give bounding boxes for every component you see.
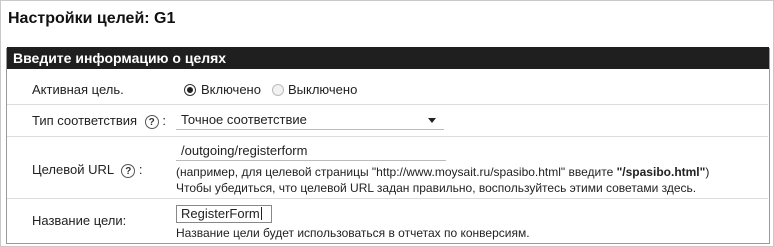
text-cursor — [260, 207, 262, 220]
goal-url-input[interactable]: /outgoing/registerform — [176, 143, 446, 161]
match-type-value: Точное соответствие — [181, 112, 307, 127]
goal-url-help-text: Чтобы убедиться, что целевой URL задан п… — [176, 181, 697, 195]
goal-url-example: (например, для целевой страницы "http://… — [176, 165, 709, 179]
goal-url-example-bold: "/spasibo.html" — [616, 165, 706, 179]
row-divider — [7, 104, 768, 105]
goal-url-colon: : — [138, 162, 143, 177]
goal-url-example-suffix: ) — [705, 165, 710, 179]
row-divider — [7, 136, 768, 137]
page-title: Настройки целей: G1 — [8, 10, 176, 27]
active-off-label[interactable]: Выключено — [288, 82, 357, 97]
active-off-radio[interactable] — [272, 84, 284, 96]
active-goal-label: Активная цель. — [32, 82, 124, 97]
chevron-down-icon — [428, 118, 436, 123]
match-type-colon: : — [162, 113, 166, 128]
active-on-radio[interactable] — [184, 84, 196, 96]
goal-url-example-prefix: (например, для целевой страницы "http://… — [176, 165, 617, 179]
goal-name-value: RegisterForm — [181, 206, 260, 221]
match-type-label-group: Тип соответствия ? : — [32, 113, 166, 129]
goal-url-label-group: Целевой URL ? : — [32, 162, 143, 178]
active-on-label[interactable]: Включено — [201, 82, 261, 97]
help-icon[interactable]: ? — [144, 114, 159, 129]
goal-name-input[interactable]: RegisterForm — [176, 205, 272, 223]
goal-name-label: Название цели: — [32, 213, 127, 228]
goal-name-help-text: Название цели будет использоваться в отч… — [176, 226, 530, 240]
match-type-label: Тип соответствия — [32, 113, 138, 128]
match-type-select[interactable]: Точное соответствие — [176, 110, 444, 130]
row-divider — [7, 198, 768, 199]
goal-url-label: Целевой URL — [32, 162, 114, 177]
help-icon[interactable]: ? — [121, 163, 136, 178]
section-header: Введите информацию о целях — [7, 47, 769, 69]
